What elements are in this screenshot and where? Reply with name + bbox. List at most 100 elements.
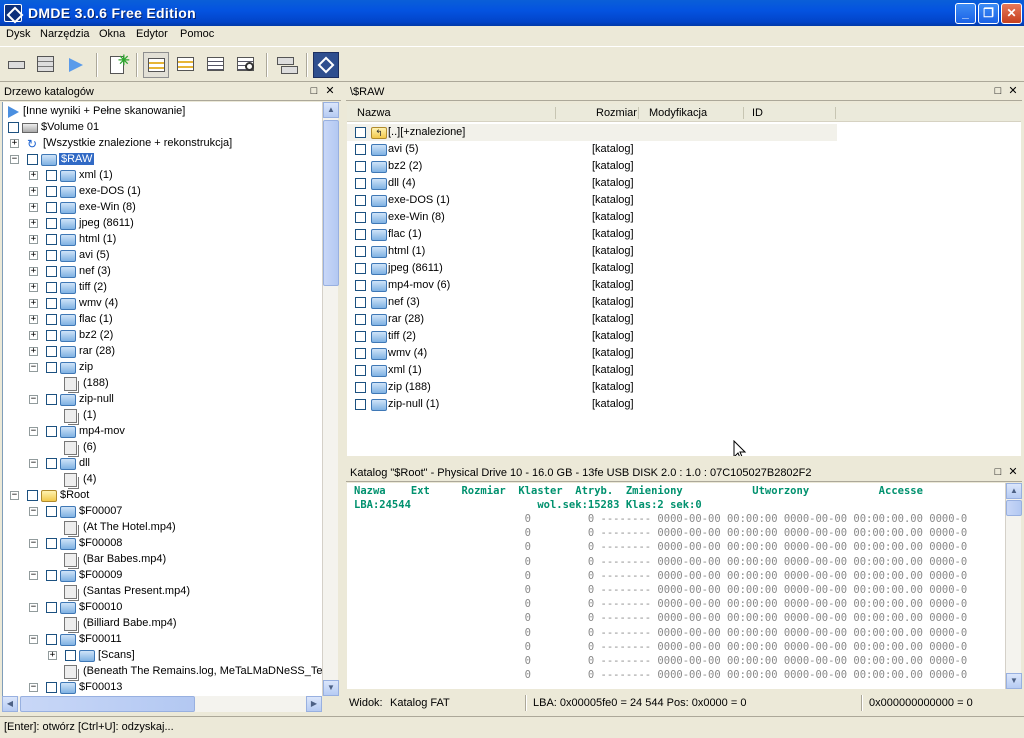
tree-row[interactable]: + nef (3) — [3, 264, 322, 280]
tree-row[interactable]: + exe-Win (8) — [3, 200, 322, 216]
new-button[interactable]: ✳ — [104, 52, 130, 78]
menu-dysk[interactable]: Dysk — [6, 28, 30, 40]
collapse-icon[interactable]: − — [29, 459, 38, 468]
checkbox[interactable] — [46, 218, 57, 229]
panel-splitter[interactable] — [341, 84, 346, 714]
checkbox[interactable] — [355, 212, 366, 223]
collapse-icon[interactable]: − — [29, 427, 38, 436]
fat-entry-line[interactable]: 0 0 -------- 0000-00-00 00:00:00 0000-00… — [354, 556, 968, 570]
expand-icon[interactable]: + — [29, 267, 38, 276]
tree-row[interactable]: + jpeg (8611) — [3, 216, 322, 232]
checkbox[interactable] — [355, 263, 366, 274]
tree-row[interactable]: + [Scans] — [3, 648, 322, 664]
menu-edytor[interactable]: Edytor — [136, 28, 168, 40]
column-divider[interactable] — [555, 107, 556, 119]
tree-row[interactable]: $Volume 01 — [3, 120, 322, 136]
expand-icon[interactable]: + — [29, 187, 38, 196]
checkbox[interactable] — [8, 122, 19, 133]
fat-entry-line[interactable]: 0 0 -------- 0000-00-00 00:00:00 0000-00… — [354, 627, 968, 641]
menu-narzedzia[interactable]: Narzędzia — [40, 28, 90, 40]
expand-icon[interactable]: + — [29, 235, 38, 244]
fat-vertical-scrollbar[interactable]: ▲ ▼ — [1005, 483, 1022, 689]
scroll-up-arrow-icon[interactable]: ▲ — [323, 102, 339, 118]
minimize-button[interactable]: _ — [955, 3, 976, 24]
collapse-icon[interactable]: − — [10, 491, 19, 500]
tree-row[interactable]: − $RAW — [3, 152, 322, 168]
checkbox[interactable] — [355, 195, 366, 206]
list-row[interactable]: wmv (4) [katalog] — [347, 345, 837, 362]
scroll-thumb[interactable] — [20, 696, 195, 712]
checkbox[interactable] — [65, 650, 76, 661]
checkbox[interactable] — [355, 280, 366, 291]
collapse-icon[interactable]: − — [29, 363, 38, 372]
tree-row[interactable]: + html (1) — [3, 232, 322, 248]
tree-row[interactable]: (At The Hotel.mp4) — [3, 520, 322, 536]
expand-icon[interactable]: + — [29, 331, 38, 340]
fat-entry-line[interactable]: 0 0 -------- 0000-00-00 00:00:00 0000-00… — [354, 655, 968, 669]
fat-directory-view[interactable]: Nazwa Ext Rozmiar Klaster Atryb. Zmienio… — [347, 483, 1005, 689]
search-view-button[interactable] — [233, 52, 259, 78]
fat-entry-line[interactable]: 0 0 -------- 0000-00-00 00:00:00 0000-00… — [354, 584, 968, 598]
copy-button[interactable] — [273, 52, 299, 78]
close-panel-icon[interactable]: ✕ — [324, 85, 336, 97]
list-row[interactable]: xml (1) [katalog] — [347, 362, 837, 379]
checkbox[interactable] — [46, 602, 57, 613]
checkbox[interactable] — [46, 682, 57, 693]
scroll-thumb[interactable] — [323, 120, 339, 286]
expand-icon[interactable]: + — [29, 299, 38, 308]
scroll-up-arrow-icon[interactable]: ▲ — [1006, 483, 1022, 499]
tree-row[interactable]: + avi (5) — [3, 248, 322, 264]
checkbox[interactable] — [46, 282, 57, 293]
checkbox[interactable] — [355, 161, 366, 172]
checkbox[interactable] — [355, 314, 366, 325]
details-view-button[interactable] — [203, 52, 229, 78]
expand-icon[interactable]: + — [29, 219, 38, 228]
tree-row[interactable]: (4) — [3, 472, 322, 488]
checkbox[interactable] — [355, 382, 366, 393]
checkbox[interactable] — [46, 314, 57, 325]
list-row[interactable]: rar (28) [katalog] — [347, 311, 837, 328]
tree-row[interactable]: + bz2 (2) — [3, 328, 322, 344]
fat-entry-line[interactable]: 0 0 -------- 0000-00-00 00:00:00 0000-00… — [354, 527, 968, 541]
list-row[interactable]: nef (3) [katalog] — [347, 294, 837, 311]
maximize-button[interactable]: ❐ — [978, 3, 999, 24]
tree-row[interactable]: (Bar Babes.mp4) — [3, 552, 322, 568]
menu-pomoc[interactable]: Pomoc — [180, 28, 214, 40]
column-divider[interactable] — [835, 107, 836, 119]
tree-row[interactable]: − $F00011 — [3, 632, 322, 648]
checkbox[interactable] — [46, 330, 57, 341]
expand-icon[interactable]: + — [29, 283, 38, 292]
scroll-down-arrow-icon[interactable]: ▼ — [1006, 673, 1022, 689]
tree-row[interactable]: (1) — [3, 408, 322, 424]
tree-row[interactable]: − dll — [3, 456, 322, 472]
directory-tree[interactable]: [Inne wyniki + Pełne skanowanie] $Volume… — [2, 102, 322, 696]
checkbox[interactable] — [46, 426, 57, 437]
collapse-icon[interactable]: − — [29, 635, 38, 644]
list-row[interactable]: flac (1) [katalog] — [347, 226, 837, 243]
tree-row[interactable]: + tiff (2) — [3, 280, 322, 296]
tree-vertical-scrollbar[interactable]: ▲ ▼ — [322, 102, 339, 696]
list-row-parent[interactable]: ↰ [..][+znalezione] — [347, 124, 837, 141]
checkbox[interactable] — [27, 154, 38, 165]
collapse-icon[interactable]: − — [29, 539, 38, 548]
checkbox[interactable] — [355, 246, 366, 257]
tree-row[interactable]: (Santas Present.mp4) — [3, 584, 322, 600]
close-panel-icon[interactable]: ✕ — [1007, 466, 1019, 478]
tree-row[interactable]: + rar (28) — [3, 344, 322, 360]
list-row[interactable]: mp4-mov (6) [katalog] — [347, 277, 837, 294]
tree-row[interactable]: + exe-DOS (1) — [3, 184, 322, 200]
tree-row[interactable]: + ↻ [Wszystkie znalezione + rekonstrukcj… — [3, 136, 322, 152]
list-row[interactable]: bz2 (2) [katalog] — [347, 158, 837, 175]
tree-row[interactable]: (Billiard Babe.mp4) — [3, 616, 322, 632]
list-row[interactable]: exe-Win (8) [katalog] — [347, 209, 837, 226]
collapse-icon[interactable]: − — [29, 603, 38, 612]
collapse-icon[interactable]: − — [29, 683, 38, 692]
maximize-panel-icon[interactable]: □ — [992, 85, 1004, 97]
list-row[interactable]: zip-null (1) [katalog] — [347, 396, 837, 413]
fat-entry-line[interactable]: 0 0 -------- 0000-00-00 00:00:00 0000-00… — [354, 641, 968, 655]
expand-icon[interactable]: + — [10, 139, 19, 148]
tree-row[interactable]: + wmv (4) — [3, 296, 322, 312]
expand-icon[interactable]: + — [29, 347, 38, 356]
scroll-down-arrow-icon[interactable]: ▼ — [323, 680, 339, 696]
checkbox[interactable] — [355, 127, 366, 138]
